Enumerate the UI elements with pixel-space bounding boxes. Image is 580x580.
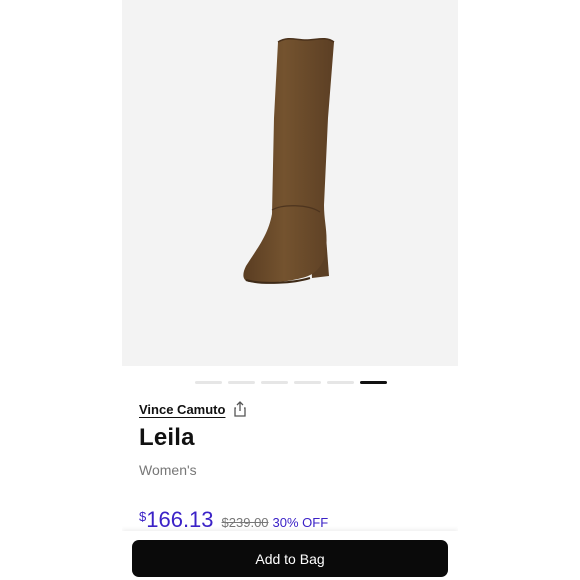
product-category: Women's: [139, 462, 197, 478]
product-screen: Vince Camuto Leila Women's $166.13 $239.…: [122, 0, 458, 580]
image-carousel-indicator: [195, 381, 387, 384]
carousel-dot[interactable]: [195, 381, 222, 384]
carousel-dot[interactable]: [228, 381, 255, 384]
add-to-bag-button[interactable]: Add to Bag: [132, 540, 448, 577]
product-image[interactable]: [122, 0, 458, 366]
currency-symbol: $: [139, 509, 147, 524]
share-icon[interactable]: [233, 401, 247, 417]
product-title: Leila: [139, 424, 195, 451]
right-backdrop: [458, 0, 580, 580]
brand-link[interactable]: Vince Camuto: [139, 402, 225, 417]
carousel-dot[interactable]: [327, 381, 354, 384]
price-row: $166.13 $239.00 30% OFF: [139, 507, 328, 533]
carousel-dot-active[interactable]: [360, 381, 387, 384]
sale-price: $166.13: [139, 507, 214, 533]
original-price: $239.00: [221, 515, 269, 530]
brand-row: Vince Camuto: [139, 401, 247, 417]
left-backdrop: [0, 0, 122, 580]
discount-badge: 30% OFF: [272, 515, 329, 530]
bottom-action-bar: Add to Bag: [122, 531, 458, 580]
carousel-dot[interactable]: [294, 381, 321, 384]
carousel-dot[interactable]: [261, 381, 288, 384]
sale-price-value: 166.13: [146, 507, 214, 532]
boot-illustration: [243, 37, 335, 284]
